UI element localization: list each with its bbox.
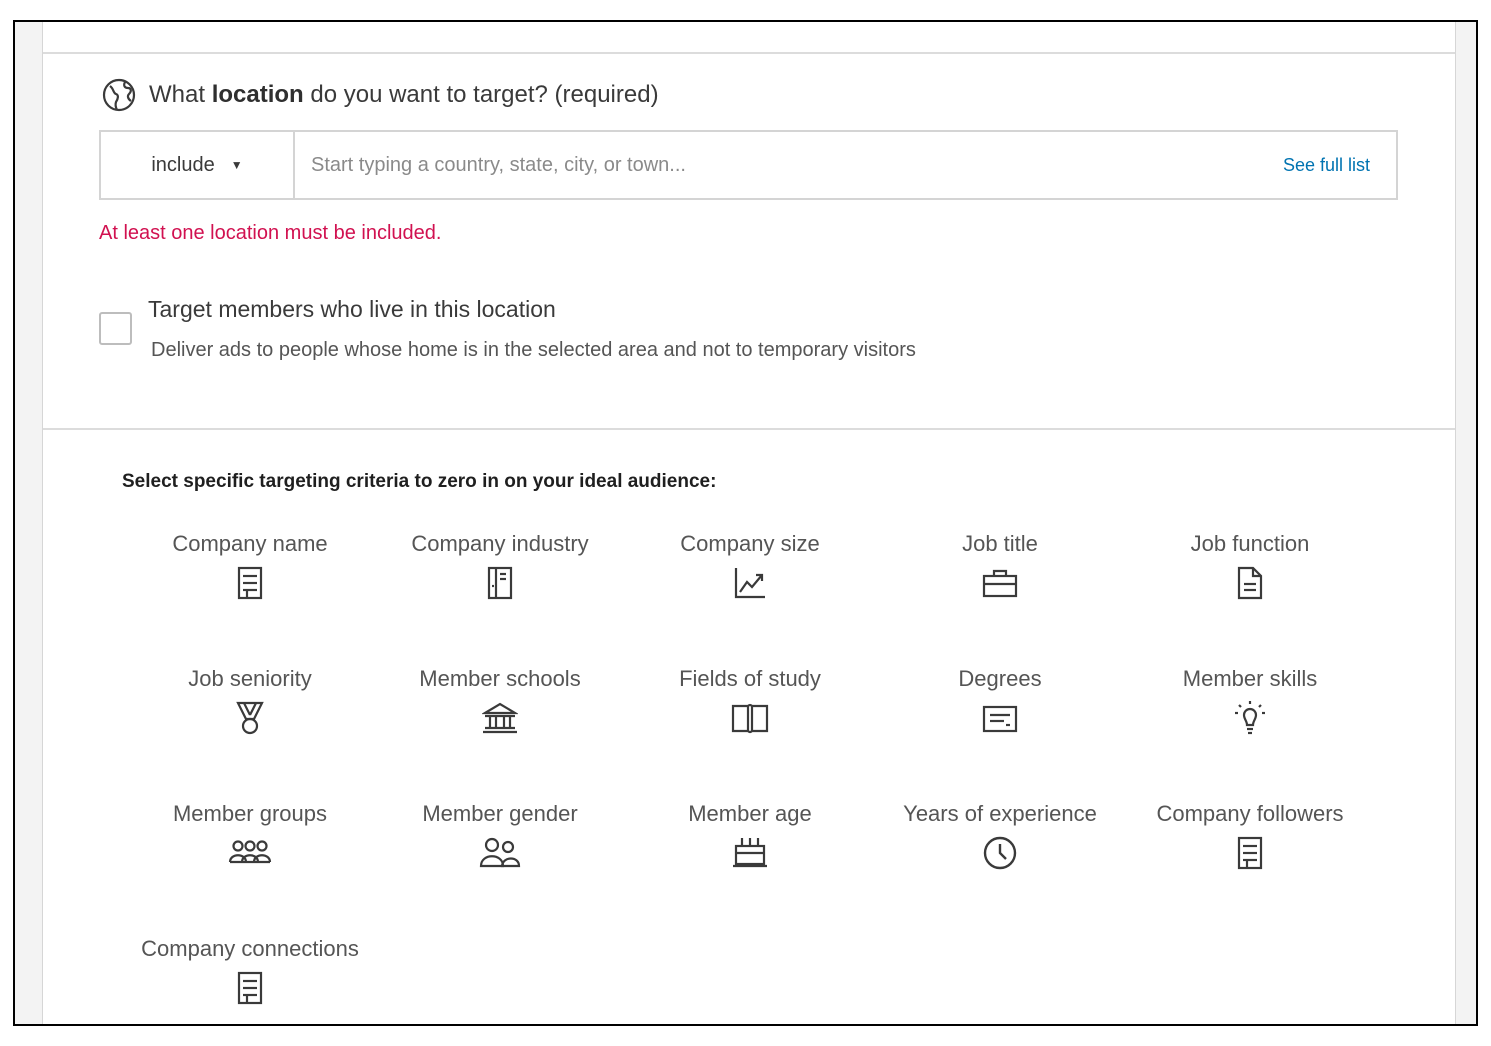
criteria-years-of-experience[interactable]: Years of experience <box>875 800 1125 870</box>
industry-icon <box>485 566 515 600</box>
include-label: include <box>151 153 215 176</box>
criteria-company-size[interactable]: Company size <box>625 530 875 600</box>
criteria-member-schools[interactable]: Member schools <box>375 665 625 735</box>
briefcase-icon <box>982 566 1018 600</box>
certificate-icon <box>982 701 1018 735</box>
building-icon <box>235 566 265 600</box>
book-icon <box>731 701 769 735</box>
criteria-member-groups[interactable]: Member groups <box>125 800 375 870</box>
criteria-member-skills[interactable]: Member skills <box>1125 665 1375 735</box>
checkbox-description: Deliver ads to people whose home is in t… <box>151 339 916 361</box>
location-error-message: At least one location must be included. <box>99 222 442 244</box>
criteria-title: Select specific targeting criteria to ze… <box>122 471 717 492</box>
cake-icon <box>732 836 768 870</box>
include-dropdown[interactable]: include ▼ <box>101 132 295 198</box>
criteria-company-name[interactable]: Company name <box>125 530 375 600</box>
medal-icon <box>234 701 266 735</box>
building-icon <box>1235 836 1265 870</box>
building-icon <box>235 971 265 1005</box>
criteria-grid: Company name Company industry Company si… <box>122 530 1374 1010</box>
criteria-member-gender[interactable]: Member gender <box>375 800 625 870</box>
school-icon <box>482 701 518 735</box>
criteria-job-seniority[interactable]: Job seniority <box>125 665 375 735</box>
document-icon <box>1235 566 1265 600</box>
criteria-fields-of-study[interactable]: Fields of study <box>625 665 875 735</box>
globe-icon <box>101 77 137 113</box>
criteria-member-age[interactable]: Member age <box>625 800 875 870</box>
lightbulb-icon <box>1233 701 1267 735</box>
screenshot-frame: What location do you want to target? (re… <box>13 20 1478 1026</box>
location-search-input[interactable] <box>295 132 1283 198</box>
question-prefix: What <box>149 81 212 108</box>
question-bold: location <box>211 81 304 108</box>
chart-growth-icon <box>733 566 767 600</box>
location-input-group: include ▼ See full list <box>99 130 1398 200</box>
divider <box>43 428 1455 430</box>
divider <box>43 52 1455 54</box>
criteria-company-industry[interactable]: Company industry <box>375 530 625 600</box>
group-icon <box>228 836 272 870</box>
criteria-company-followers[interactable]: Company followers <box>1125 800 1375 870</box>
clock-icon <box>982 836 1018 870</box>
location-question: What location do you want to target? (re… <box>101 77 659 113</box>
checkbox-title: Target members who live in this location <box>148 296 556 322</box>
live-in-location-checkbox[interactable] <box>99 312 132 345</box>
people-icon <box>479 836 521 870</box>
targeting-panel: What location do you want to target? (re… <box>42 22 1456 1024</box>
criteria-job-title[interactable]: Job title <box>875 530 1125 600</box>
criteria-degrees[interactable]: Degrees <box>875 665 1125 735</box>
see-full-list-link[interactable]: See full list <box>1283 132 1396 198</box>
question-suffix: do you want to target? (required) <box>303 81 659 108</box>
criteria-company-connections[interactable]: Company connections <box>125 935 375 1005</box>
caret-down-icon: ▼ <box>230 158 243 172</box>
criteria-job-function[interactable]: Job function <box>1125 530 1375 600</box>
